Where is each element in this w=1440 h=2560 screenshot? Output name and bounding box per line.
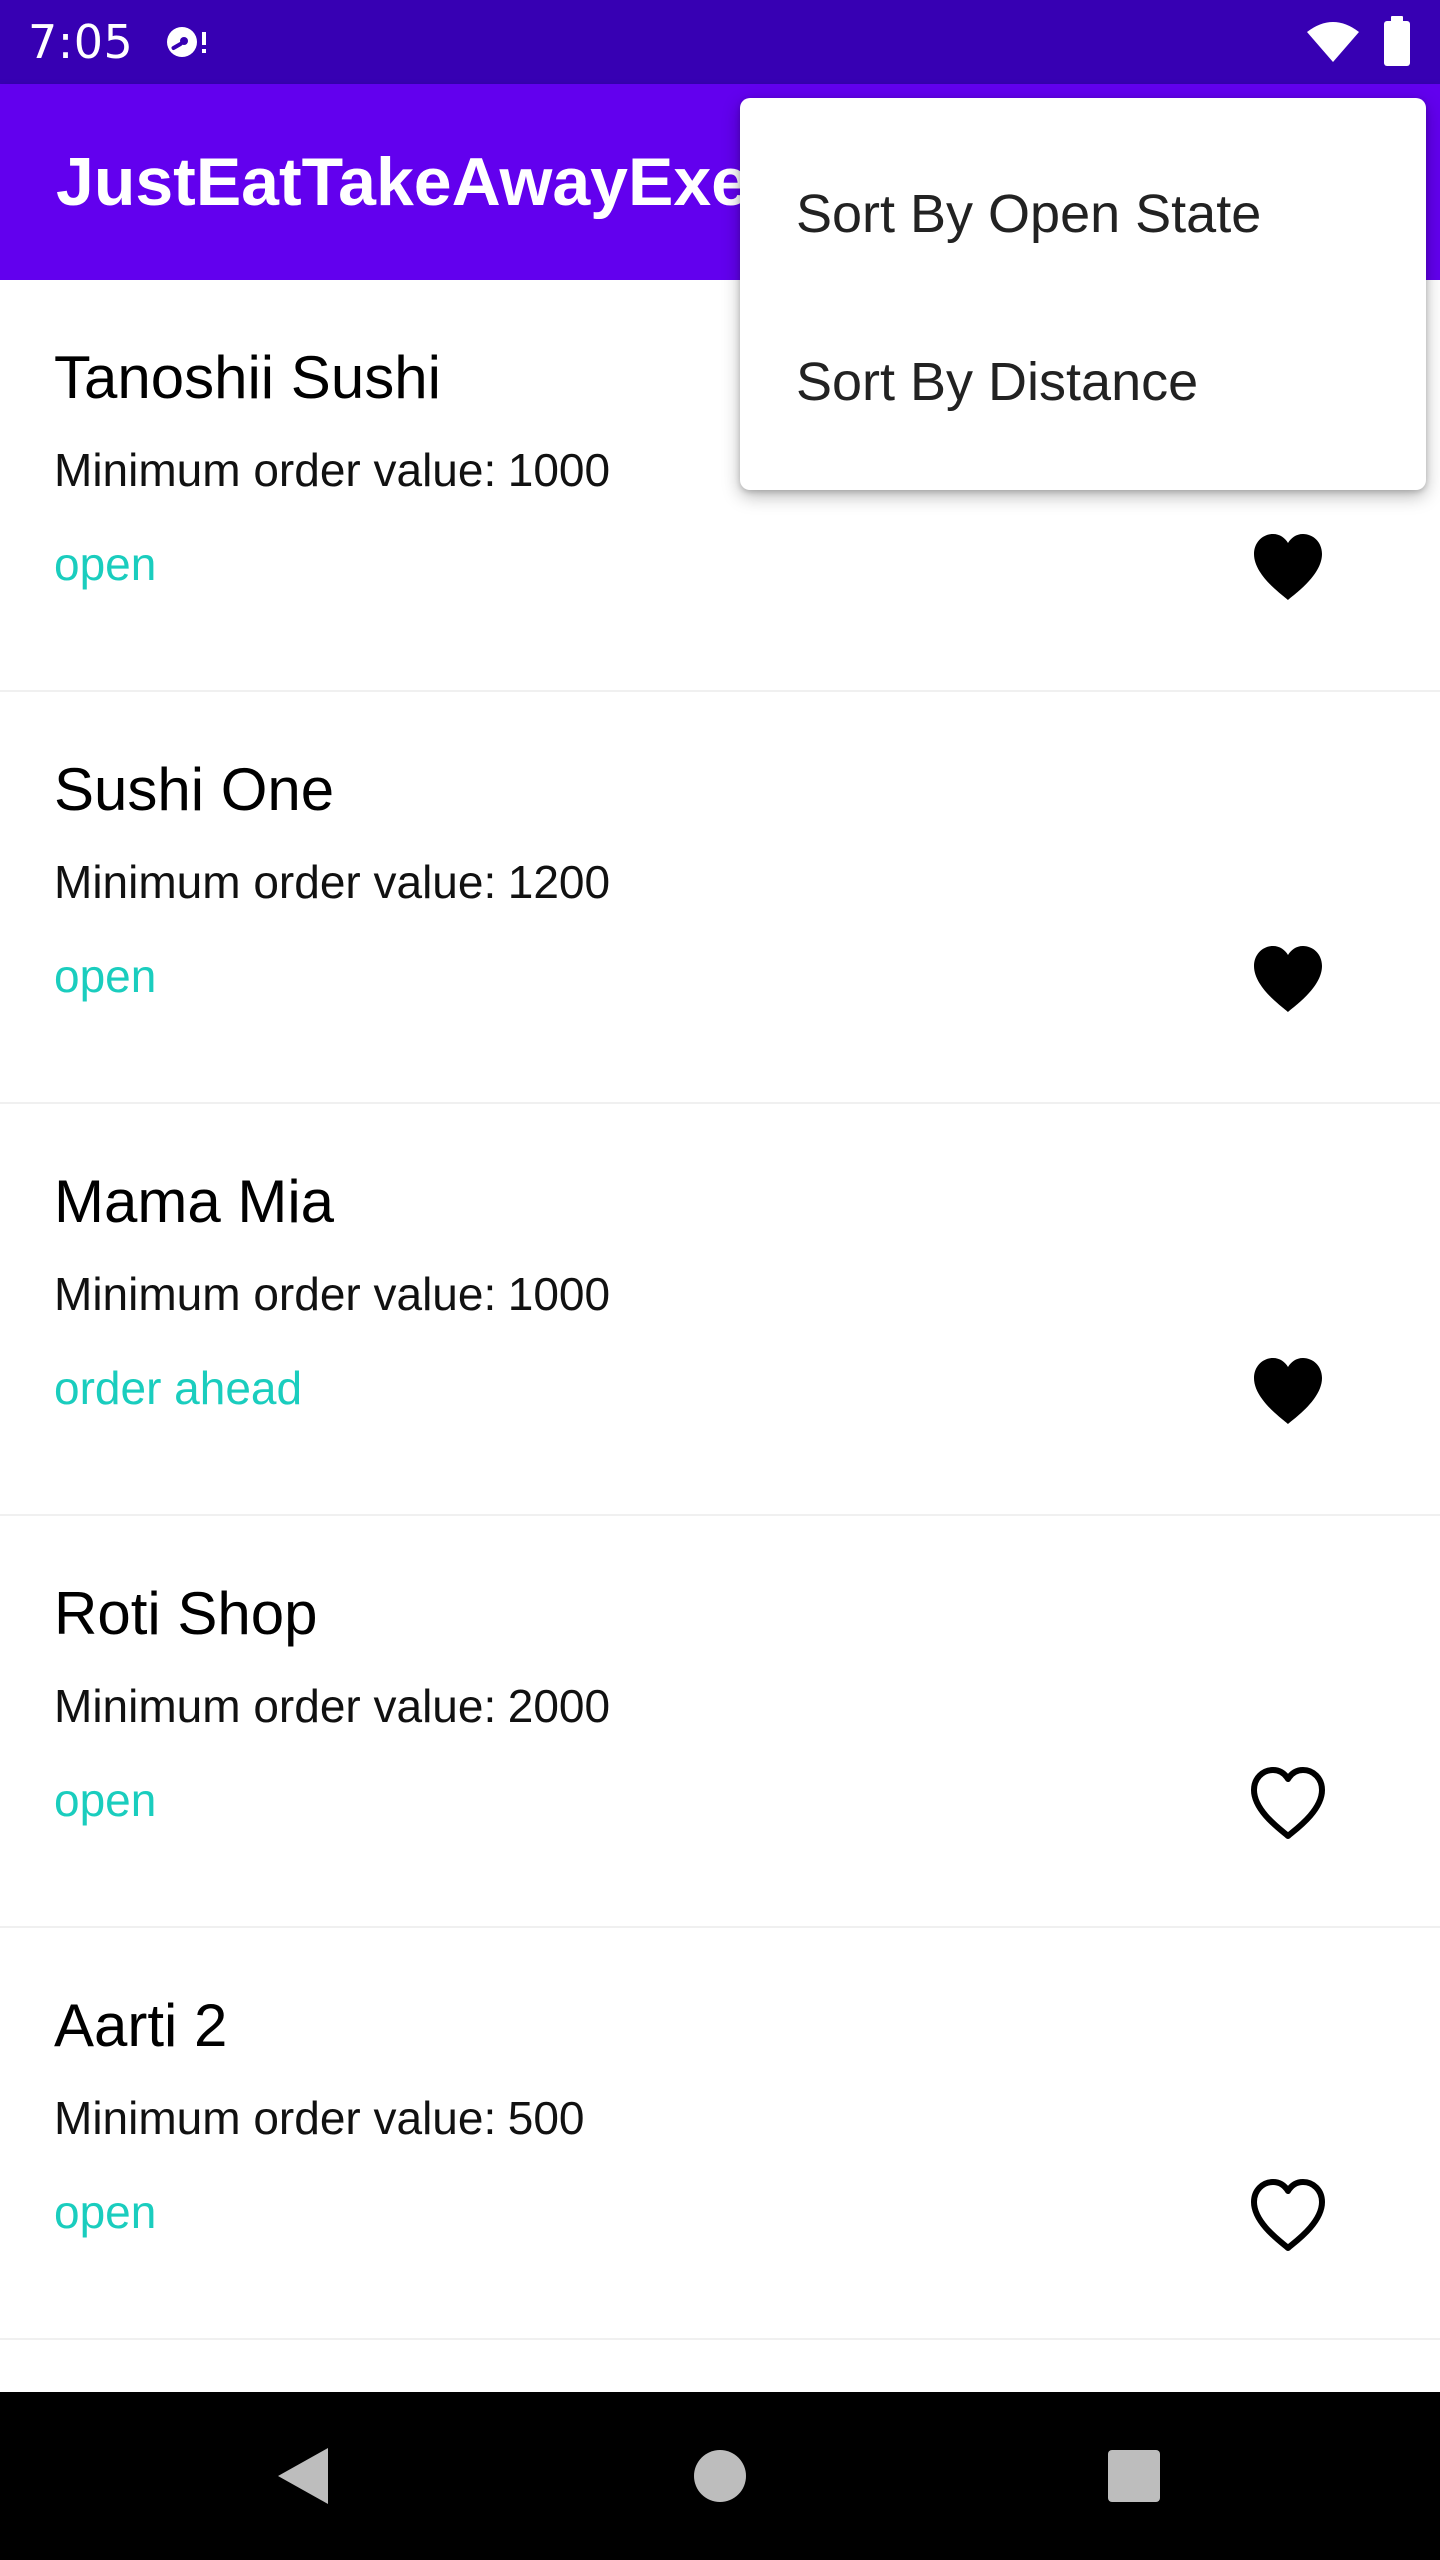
restaurant-list[interactable]: Tanoshii Sushi Minimum order value: 1000 op… [0,280,1440,2392]
restaurant-card[interactable]: Roti Shop Minimum order value: 2000 open [0,1516,1440,1928]
minimum-order-label: Minimum order value: [54,856,497,908]
minimum-order-value: 1000 [507,444,611,496]
restaurant-name: Aarti 2 [54,1992,228,2059]
open-status: order ahead [54,1362,303,1414]
heart-outline-icon[interactable] [1248,2178,1328,2254]
restaurant-card[interactable]: Mama Mia Minimum order value: 1000 order ah… [0,1104,1440,1516]
minimum-order-label: Minimum order value: [54,2092,497,2144]
minimum-order-value: 500 [507,2092,585,2144]
restaurant-name: Sushi One [54,756,335,823]
restaurant-name: Roti Shop [54,1580,318,1647]
minimum-order-value: 1000 [507,1268,611,1320]
disc-alert-icon [167,27,206,57]
menu-item-sort-distance[interactable]: Sort By Distance [740,294,1426,462]
restaurant-card[interactable]: Aarti 2 Minimum order value: 500 open [0,1928,1440,2340]
status-bar: 7:05 [0,0,1440,84]
open-status: open [54,1774,157,1826]
restaurant-name: Mama Mia [54,1168,335,1235]
status-time: 7:05 [28,15,134,69]
minimum-order-value: 2000 [507,1680,611,1732]
minimum-order-label: Minimum order value: [54,1680,497,1732]
minimum-order: Minimum order value: 2000 [54,1678,610,1734]
recents-icon[interactable] [1092,2434,1176,2518]
minimum-order: Minimum order value: 1200 [54,854,610,910]
menu-item-sort-open-state[interactable]: Sort By Open State [740,126,1426,294]
minimum-order: Minimum order value: 1000 [54,442,610,498]
restaurant-card[interactable]: Sushi One Minimum order value: 1200 open [0,692,1440,1104]
battery-icon [1384,16,1410,66]
back-icon[interactable] [258,2434,342,2518]
minimum-order: Minimum order value: 1000 [54,1266,610,1322]
heart-filled-icon[interactable] [1248,1354,1328,1430]
heart-outline-icon[interactable] [1248,1766,1328,1842]
sort-menu: Sort By Open State Sort By Distance [740,98,1426,490]
minimum-order-value: 1200 [507,856,611,908]
minimum-order-label: Minimum order value: [54,444,497,496]
open-status: open [54,538,157,590]
minimum-order: Minimum order value: 500 [54,2090,585,2146]
open-status: open [54,950,157,1002]
menu-item-label: Sort By Open State [796,184,1262,244]
wifi-icon [1307,22,1359,62]
heart-filled-icon[interactable] [1248,942,1328,1018]
heart-filled-icon[interactable] [1248,530,1328,606]
minimum-order-label: Minimum order value: [54,1268,497,1320]
open-status: open [54,2186,157,2238]
navigation-bar [0,2392,1440,2560]
restaurant-name: Tanoshii Sushi [54,344,441,411]
menu-item-label: Sort By Distance [796,352,1199,412]
home-icon[interactable] [678,2434,762,2518]
app-title: JustEatTakeAwayExe [56,144,749,220]
